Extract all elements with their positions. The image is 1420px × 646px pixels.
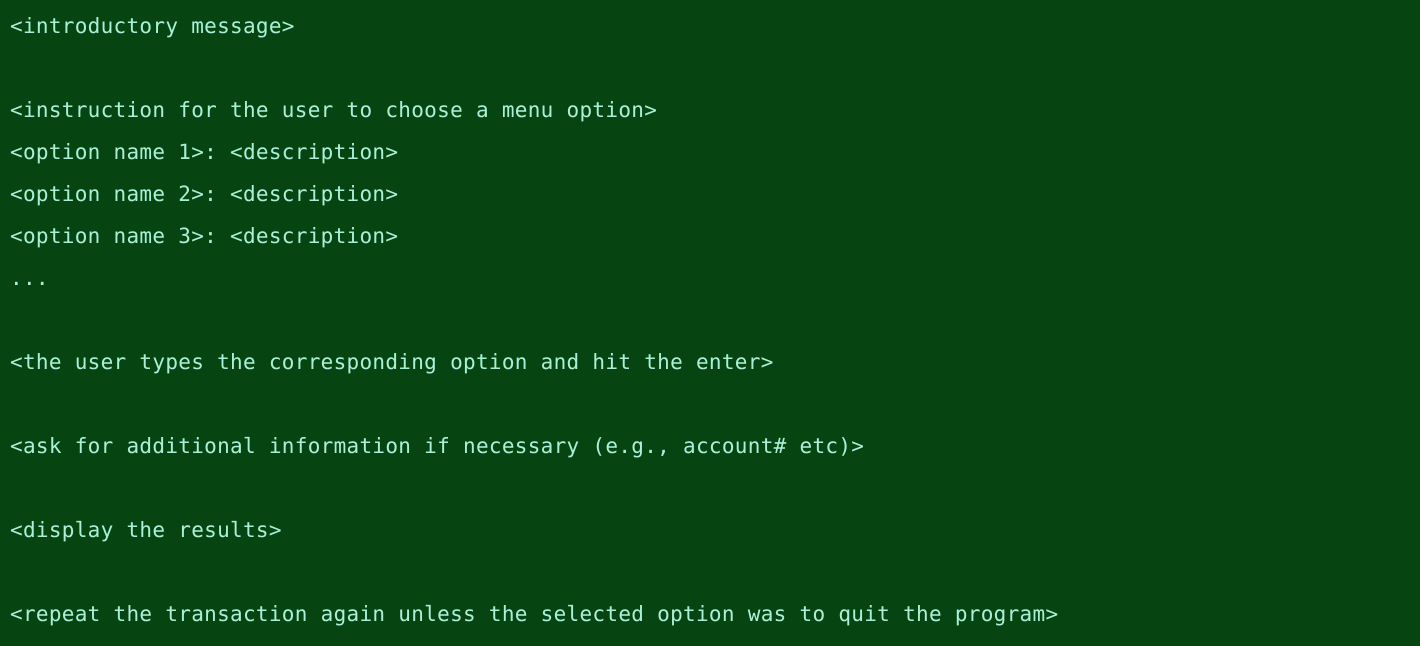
terminal-line-intro: <introductory message> xyxy=(10,14,295,38)
terminal-line-user-input: <the user types the corresponding option… xyxy=(10,350,774,374)
terminal-line-option-2: <option name 2>: <description> xyxy=(10,182,399,206)
terminal-output: <introductory message> <instruction for t… xyxy=(10,0,1420,635)
terminal-line-additional-info: <ask for additional information if neces… xyxy=(10,434,865,458)
terminal-window[interactable]: <introductory message> <instruction for t… xyxy=(0,0,1420,646)
terminal-line-option-1: <option name 1>: <description> xyxy=(10,140,399,164)
terminal-line-repeat-transaction: <repeat the transaction again unless the… xyxy=(10,602,1059,626)
terminal-line-ellipsis: ... xyxy=(10,266,49,290)
terminal-line-menu-instruction: <instruction for the user to choose a me… xyxy=(10,98,658,122)
terminal-line-display-results: <display the results> xyxy=(10,518,282,542)
terminal-line-option-3: <option name 3>: <description> xyxy=(10,224,399,248)
